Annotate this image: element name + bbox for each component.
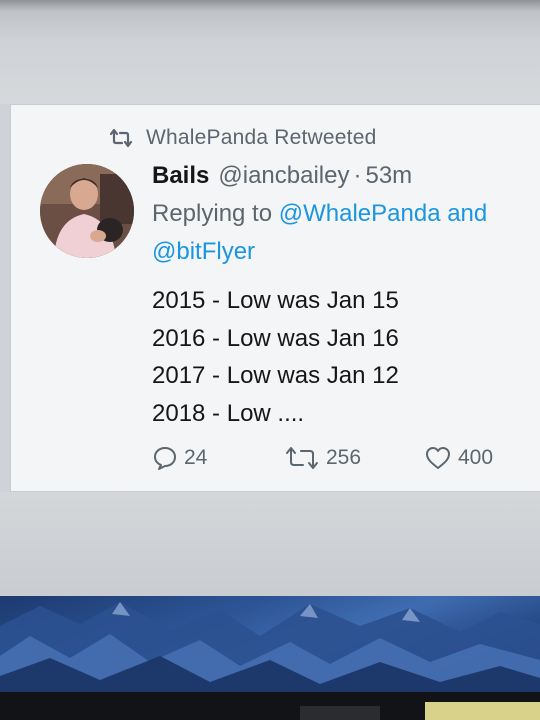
retweet-banner: WhalePanda Retweeted [108,124,376,152]
retweet-icon [286,447,318,469]
desktop-wallpaper [0,596,540,692]
tweet-timestamp[interactable]: 53m [365,162,412,190]
tweet-line: 2016 - Low was Jan 16 [152,324,399,352]
heart-icon [426,447,450,469]
tweet-line: 2017 - Low was Jan 12 [152,362,399,389]
retweet-icon [109,128,133,148]
avatar-photo [40,164,134,258]
reply-count: 24 [184,446,208,469]
desk-object [425,702,540,720]
reply-button[interactable]: 24 [152,440,207,476]
monitor-top-area [0,0,540,104]
tweet-body: 2015 - Low was Jan 15 2016 - Low was Jan… [152,282,399,432]
replying-to-prefix: Replying to [152,200,279,227]
retweet-button[interactable]: 256 [284,440,361,476]
avatar[interactable] [40,164,134,258]
retweet-banner-label[interactable]: WhalePanda Retweeted [146,126,376,150]
page-background [0,492,540,596]
tweet-actions: 24 256 400 [152,440,512,476]
tweet-line: 2018 - Low .... [152,399,305,427]
like-count: 400 [458,446,494,469]
like-button[interactable]: 400 [424,440,493,476]
reply-icon [154,447,176,470]
header-separator: · [353,162,362,189]
replying-to-line: Replying to @WhalePanda and [152,200,487,228]
reply-mention-whalepanda[interactable]: @WhalePanda and [279,200,488,227]
bezel-shadow [300,706,380,720]
monitor-bezel-top [0,0,540,12]
tweet-header: Bails @iancbailey · 53m [152,162,412,196]
author-name[interactable]: Bails [152,162,209,190]
mountain-wallpaper-image [0,602,540,692]
retweet-count: 256 [326,446,362,469]
reply-mention-bitflyer[interactable]: @bitFlyer [152,238,255,266]
monitor-bezel-bottom [0,692,540,720]
author-handle[interactable]: @iancbailey [218,162,349,190]
tweet-line: 2015 - Low was Jan 15 [152,287,399,314]
